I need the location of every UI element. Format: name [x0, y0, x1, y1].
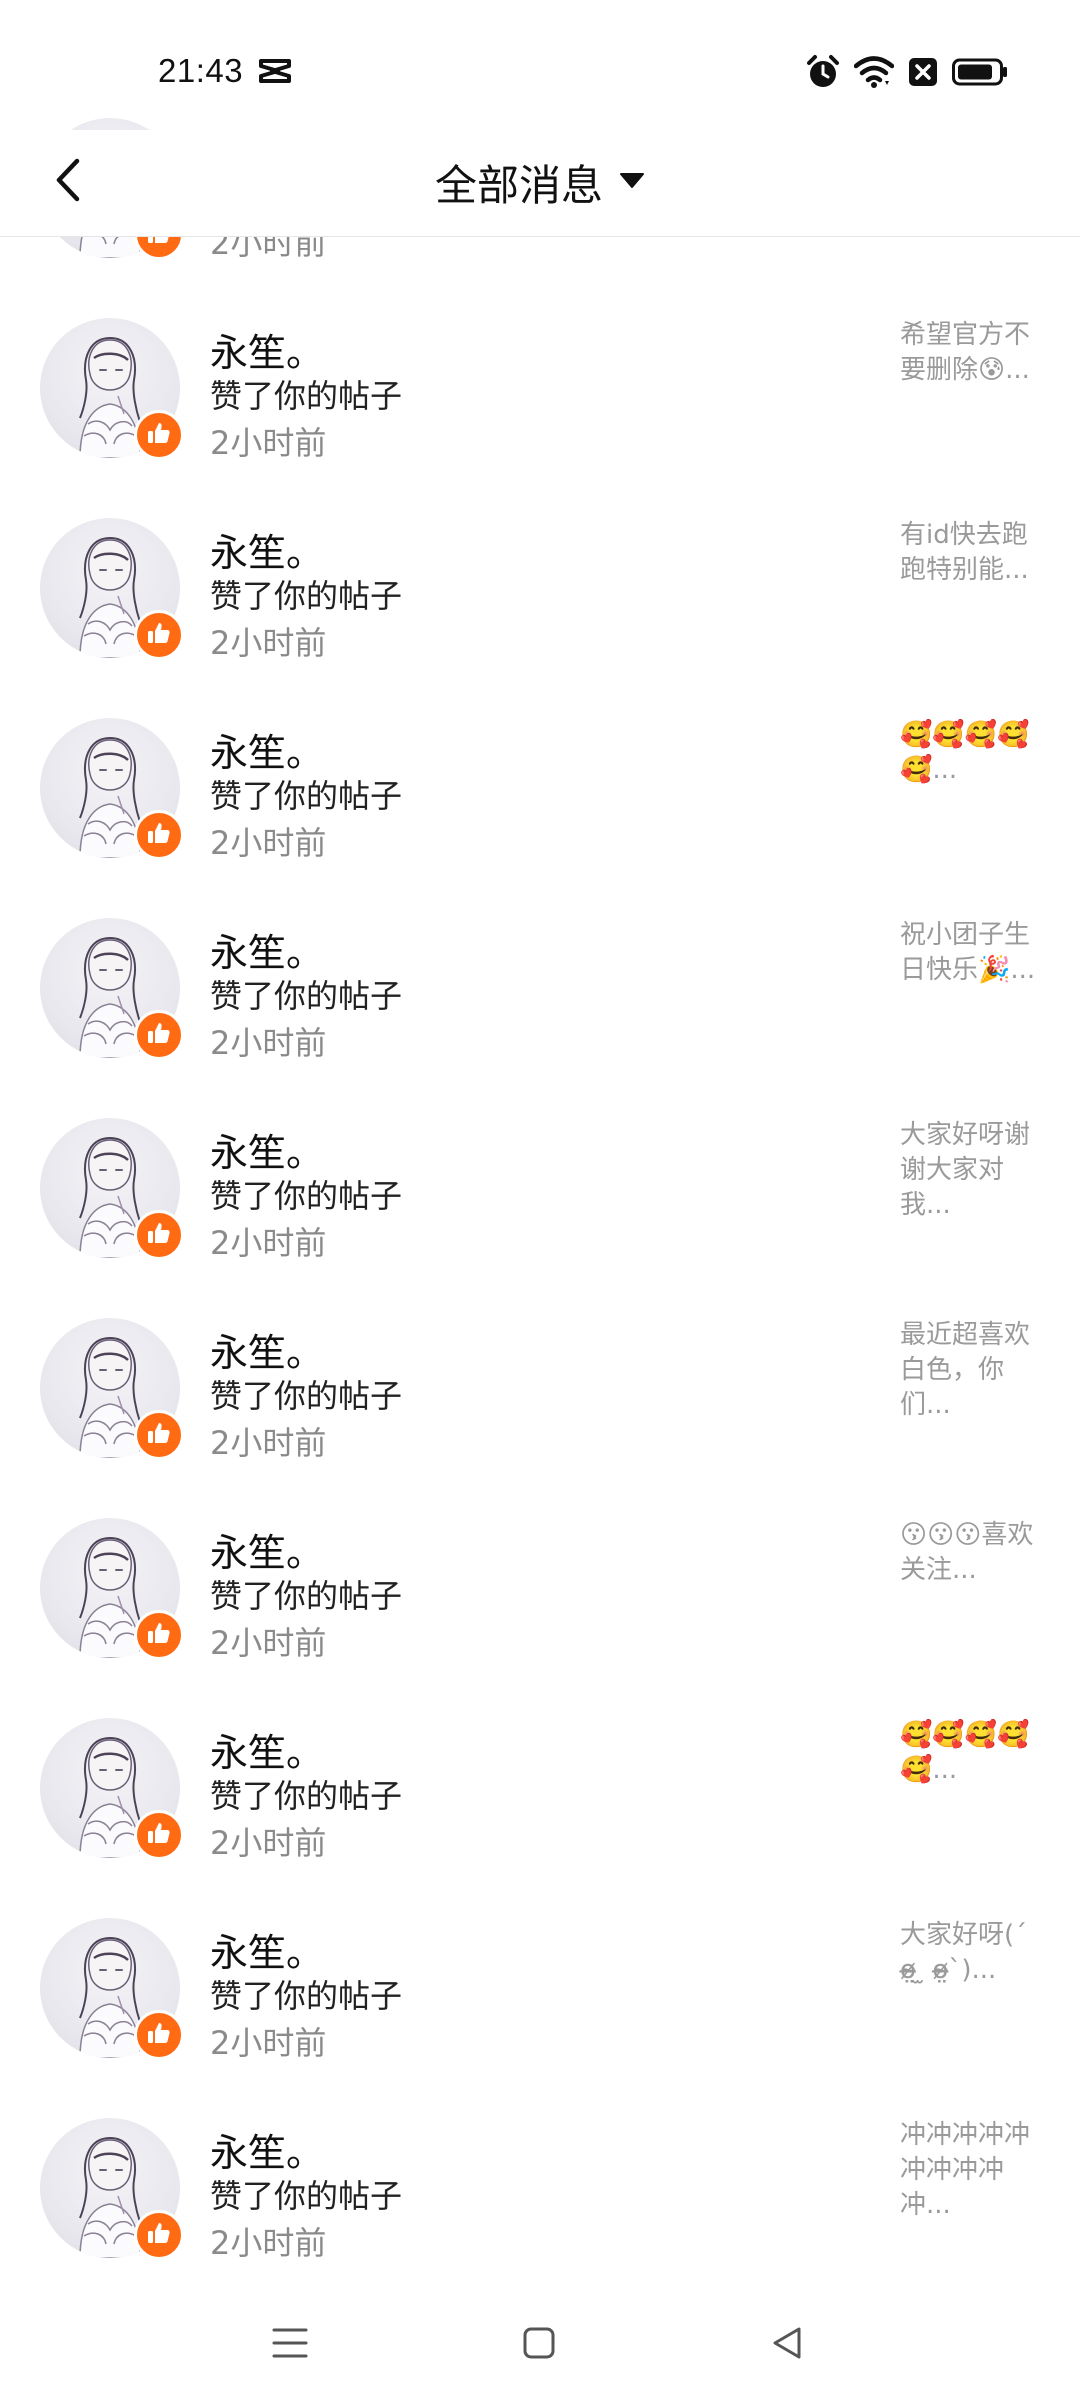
like-badge	[134, 1010, 184, 1060]
notification-action: 赞了你的帖子	[210, 577, 403, 615]
notification-item[interactable]: 永笙。 赞了你的帖子 2小时前 希望官方不要删除😰...	[0, 318, 1080, 518]
notification-list[interactable]: 永笙。 赞了你的帖子 2小时前	[0, 0, 1080, 2290]
thumbs-up-icon	[146, 2020, 172, 2050]
thumbs-up-icon	[146, 2220, 172, 2250]
post-preview[interactable]: 大家好呀(ˊo̴̶̷̤ ̫ o̴̶̷̤ˋ)...	[900, 1918, 1040, 1988]
notification-item[interactable]: 永笙。 赞了你的帖子 2小时前 有id快去跑跑特别能...	[0, 518, 1080, 718]
user-name[interactable]: 永笙。	[210, 322, 324, 377]
user-name[interactable]: 永笙。	[210, 1522, 324, 1577]
notification-item[interactable]: 永笙。 赞了你的帖子 2小时前 祝小团子生日快乐🎉...	[0, 918, 1080, 1118]
like-badge	[134, 2010, 184, 2060]
post-preview[interactable]: 🥰🥰🥰🥰🥰...	[900, 1718, 1040, 1788]
notification-item[interactable]: 永笙。 赞了你的帖子 2小时前 最近超喜欢白色，你们...	[0, 1318, 1080, 1518]
system-nav-bar	[0, 2290, 1080, 2400]
notification-time: 2小时前	[210, 2024, 327, 2062]
avatar-wrap[interactable]	[40, 1318, 184, 1460]
like-badge	[134, 810, 184, 860]
home-button[interactable]	[504, 2310, 574, 2380]
like-badge	[134, 1610, 184, 1660]
thumbs-up-icon	[146, 1020, 172, 1050]
notification-time: 2小时前	[210, 1424, 327, 1462]
user-name[interactable]: 永笙。	[210, 722, 324, 777]
thumbs-up-icon	[146, 820, 172, 850]
screen: 永笙。 赞了你的帖子 2小时前	[0, 0, 1080, 2400]
like-badge	[134, 2210, 184, 2260]
notification-action: 赞了你的帖子	[210, 1177, 403, 1215]
notification-time: 2小时前	[210, 424, 327, 462]
user-name[interactable]: 永笙。	[210, 922, 324, 977]
notification-item[interactable]: 永笙。 赞了你的帖子 2小时前 🥰🥰🥰🥰🥰...	[0, 1718, 1080, 1918]
avatar-wrap[interactable]	[40, 918, 184, 1060]
like-badge	[134, 610, 184, 660]
post-preview[interactable]: 最近超喜欢白色，你们...	[900, 1318, 1040, 1423]
notification-item[interactable]: 永笙。 赞了你的帖子 2小时前 大家好呀(ˊo̴̶̷̤ ̫ o̴̶̷̤ˋ)...	[0, 1918, 1080, 2118]
notification-action: 赞了你的帖子	[210, 1377, 403, 1415]
avatar-wrap[interactable]	[40, 1118, 184, 1260]
thumbs-up-icon	[146, 1220, 172, 1250]
notification-action: 赞了你的帖子	[210, 377, 403, 415]
post-preview[interactable]: 冲冲冲冲冲冲冲冲冲冲...	[900, 2118, 1040, 2223]
recent-apps-button[interactable]	[255, 2310, 325, 2380]
back-triangle-icon	[769, 2325, 805, 2365]
avatar-wrap[interactable]	[40, 2118, 184, 2260]
notification-time: 2小时前	[210, 1024, 327, 1062]
user-name[interactable]: 永笙。	[210, 1322, 324, 1377]
notification-action: 赞了你的帖子	[210, 2177, 403, 2215]
user-name[interactable]: 永笙。	[210, 1122, 324, 1177]
notification-time: 2小时前	[210, 1824, 327, 1862]
notification-time: 2小时前	[210, 624, 327, 662]
notification-action: 赞了你的帖子	[210, 1977, 403, 2015]
home-square-icon	[522, 2326, 556, 2364]
notification-time: 2小时前	[210, 1624, 327, 1662]
avatar-wrap[interactable]	[40, 718, 184, 860]
avatar-wrap[interactable]	[40, 1518, 184, 1660]
notification-action: 赞了你的帖子	[210, 777, 403, 815]
thumbs-up-icon	[146, 1420, 172, 1450]
message-filter-dropdown[interactable]: 全部消息	[0, 150, 1080, 214]
thumbs-up-icon	[146, 420, 172, 450]
notification-action: 赞了你的帖子	[210, 977, 403, 1015]
avatar-wrap[interactable]	[40, 318, 184, 460]
page-title: 全部消息	[434, 160, 603, 210]
thumbs-up-icon	[146, 1620, 172, 1650]
notification-item[interactable]: 永笙。 赞了你的帖子 2小时前 🥰🥰🥰🥰🥰...	[0, 718, 1080, 918]
notification-item[interactable]: 永笙。 赞了你的帖子 2小时前 冲冲冲冲冲冲冲冲冲冲...	[0, 2118, 1080, 2290]
header: 全部消息	[0, 130, 1080, 237]
user-name[interactable]: 永笙。	[210, 2122, 324, 2177]
post-preview[interactable]: 😗😗😗喜欢关注...	[900, 1518, 1040, 1588]
notification-action: 赞了你的帖子	[210, 1777, 403, 1815]
notification-item[interactable]: 永笙。 赞了你的帖子 2小时前 😗😗😗喜欢关注...	[0, 1518, 1080, 1718]
notification-time: 2小时前	[210, 1224, 327, 1262]
like-badge	[134, 1210, 184, 1260]
notification-time: 2小时前	[210, 824, 327, 862]
user-name[interactable]: 永笙。	[210, 1722, 324, 1777]
avatar-wrap[interactable]	[40, 1718, 184, 1860]
system-back-button[interactable]	[752, 2310, 822, 2380]
post-preview[interactable]: 🥰🥰🥰🥰🥰...	[900, 718, 1040, 788]
notification-action: 赞了你的帖子	[210, 1577, 403, 1615]
post-preview[interactable]: 希望官方不要删除😰...	[900, 318, 1040, 388]
post-preview[interactable]: 有id快去跑跑特别能...	[900, 518, 1040, 588]
avatar-wrap[interactable]	[40, 1918, 184, 2060]
menu-icon	[272, 2326, 308, 2364]
post-preview[interactable]: 祝小团子生日快乐🎉...	[900, 918, 1040, 988]
avatar-wrap[interactable]	[40, 518, 184, 660]
like-badge	[134, 1810, 184, 1860]
triangle-down-icon	[619, 171, 645, 193]
notification-time: 2小时前	[210, 2224, 327, 2262]
notification-item[interactable]: 永笙。 赞了你的帖子 2小时前 大家好呀谢谢大家对我...	[0, 1118, 1080, 1318]
user-name[interactable]: 永笙。	[210, 522, 324, 577]
like-badge	[134, 1410, 184, 1460]
thumbs-up-icon	[146, 1820, 172, 1850]
thumbs-up-icon	[146, 620, 172, 650]
like-badge	[134, 410, 184, 460]
user-name[interactable]: 永笙。	[210, 1922, 324, 1977]
post-preview[interactable]: 大家好呀谢谢大家对我...	[900, 1118, 1040, 1223]
